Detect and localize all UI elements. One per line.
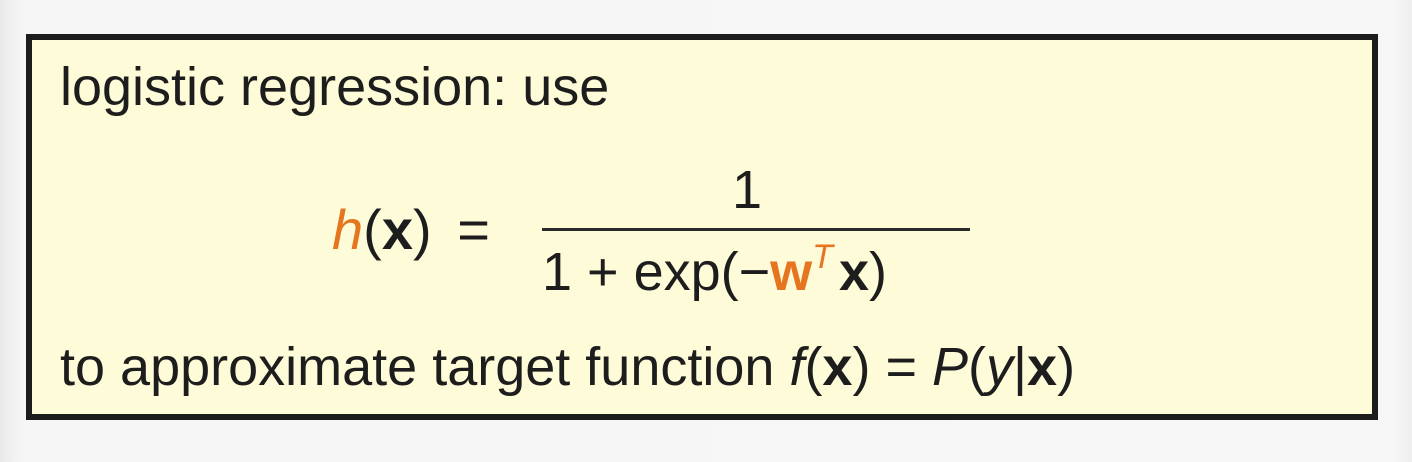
lhs-input-vector: x [381, 198, 413, 261]
weight-vector: w [770, 242, 813, 302]
outro-equals: = [870, 337, 932, 397]
prob-open-paren: ( [968, 337, 987, 397]
outro-text: to approximate target function f(x) = P(… [60, 340, 1075, 394]
fraction-bar [542, 228, 970, 231]
outro-sentence: to approximate target function [60, 337, 790, 397]
prob-input-vector: x [1027, 337, 1058, 397]
label-variable: y [986, 337, 1014, 397]
slide-background: logistic regression: use h(x) = 1 1 + ex… [0, 0, 1412, 462]
formula-lhs: h(x) = [332, 202, 490, 258]
probability-symbol: P [932, 337, 969, 397]
fraction-denominator: 1 + exp(−wT x) [542, 240, 887, 302]
outro-close-paren: ) [852, 337, 871, 397]
outro-open-paren: ( [804, 337, 823, 397]
fraction-numerator: 1 [732, 160, 763, 220]
lhs-open-paren: ( [363, 198, 382, 261]
outro-input-vector: x [822, 337, 853, 397]
transpose-superscript: T [812, 238, 833, 276]
definition-box: logistic regression: use h(x) = 1 1 + ex… [26, 34, 1378, 420]
denominator-input-vector: x [838, 242, 869, 302]
denominator-suffix: ) [869, 242, 887, 302]
conditional-bar: | [1013, 337, 1028, 397]
denominator-prefix: 1 + exp(− [542, 242, 771, 302]
equals-sign: = [457, 198, 490, 261]
hypothesis-symbol: h [332, 198, 364, 261]
lhs-close-paren: ) [412, 198, 432, 261]
target-function-symbol: f [789, 337, 805, 397]
prob-close-paren: ) [1057, 337, 1076, 397]
